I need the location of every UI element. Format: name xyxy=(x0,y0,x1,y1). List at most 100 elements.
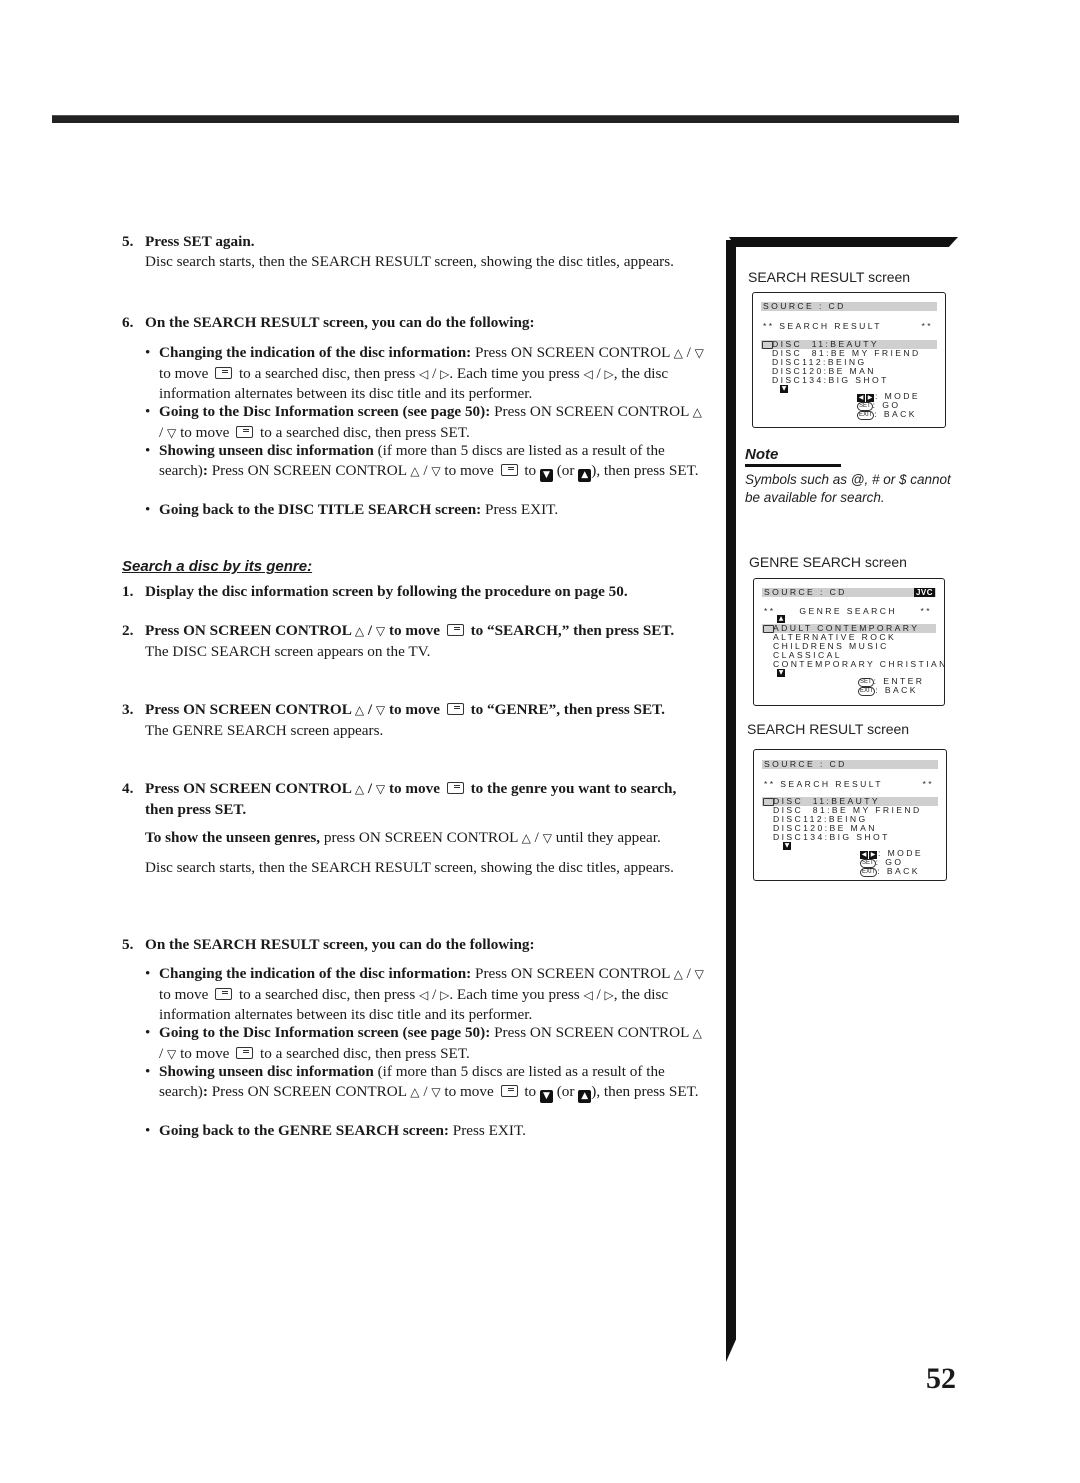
genre-step-1: 1. Display the disc information screen b… xyxy=(122,582,702,602)
legend-label: : BACK xyxy=(875,685,918,695)
bullet-text: (or xyxy=(552,1082,575,1100)
bullet-text: Press EXIT. xyxy=(481,501,559,518)
bullet-text: to a searched disc, then press xyxy=(235,985,416,1003)
bullet-heading: Going back to the GENRE SEARCH screen: xyxy=(159,1122,449,1139)
screen-title: ** SEARCH RESULT xyxy=(764,779,883,789)
unseen-genres-text: To show the unseen genres, press ON SCRE… xyxy=(145,829,661,847)
exit-key-icon: EXIT xyxy=(860,868,878,877)
jvc-logo: JVC xyxy=(913,588,935,597)
bullet-text: : xyxy=(202,461,212,479)
down-triangle-icon: ▽ xyxy=(431,1084,441,1099)
pointer-hand-icon xyxy=(215,366,233,379)
down-triangle-icon: ▽ xyxy=(167,425,177,440)
up-triangle-icon: △ xyxy=(673,967,683,981)
bullet-text: Press ON SCREEN CONTROL xyxy=(471,344,670,361)
scroll-down-arrow-icon: ▼ xyxy=(777,669,785,677)
left-triangle-icon: ◁ xyxy=(419,987,429,1002)
pointer-hand-icon xyxy=(236,1046,254,1059)
bullet-heading: Going back to the DISC TITLE SEARCH scre… xyxy=(159,501,482,518)
screen-title-stars: ** xyxy=(920,606,932,616)
step-number: 5. xyxy=(122,233,134,250)
screen-header: ** SEARCH RESULT ** xyxy=(763,322,937,331)
step-title-text: Press ON SCREEN CONTROL xyxy=(145,780,352,797)
step-6-search-result: 6. On the SEARCH RESULT screen, you can … xyxy=(122,313,702,333)
bullet-disc-information: • Going to the Disc Information screen (… xyxy=(145,403,702,441)
genre-bullet-changing-indication: • Changing the indication of the disc in… xyxy=(145,965,704,1024)
bullet-dot: • xyxy=(145,1063,151,1080)
step-title-text: to “GENRE”, then press SET. xyxy=(466,701,665,718)
genre-bullet-unseen-disc-info: • Showing unseen disc information (if mo… xyxy=(145,1063,699,1103)
up-triangle-icon: △ xyxy=(692,405,702,419)
bullet-text: Press ON SCREEN CONTROL xyxy=(211,461,407,479)
bullet-text: to move xyxy=(176,1044,230,1062)
scroll-down-arrow-icon: ▼ xyxy=(780,385,788,393)
bullet-dot: • xyxy=(145,1122,151,1139)
bullet-text: . Each time you press xyxy=(449,364,580,382)
step-title: On the SEARCH RESULT screen, you can do … xyxy=(145,314,535,331)
bullet-changing-indication: • Changing the indication of the disc in… xyxy=(145,344,704,403)
down-arrow-box-icon: ▼ xyxy=(539,1089,553,1103)
exit-key-icon: EXIT xyxy=(857,411,875,420)
step-title: Press ON SCREEN CONTROL △ / ▽ to move to… xyxy=(145,780,677,818)
genre-step-3: 3. Press ON SCREEN CONTROL △ / ▽ to move… xyxy=(122,700,702,740)
bullet-dot: • xyxy=(145,442,151,459)
step-title: Press ON SCREEN CONTROL △ / ▽ to move to… xyxy=(145,622,675,639)
legend-label: : BACK xyxy=(877,866,920,876)
genre-bullet-back-genre-search: • Going back to the GENRE SEARCH screen:… xyxy=(145,1121,705,1141)
down-triangle-icon: ▽ xyxy=(694,346,704,360)
legend-back: EXIT: BACK xyxy=(858,686,918,696)
step-text: The DISC SEARCH screen appears on the TV… xyxy=(145,642,431,660)
bullet-text: to move xyxy=(159,985,209,1003)
bullet-text: to move xyxy=(176,423,230,441)
header-rule xyxy=(52,115,959,123)
screen-header: ** GENRE SEARCH ** xyxy=(764,607,936,616)
legend-label: : BACK xyxy=(874,409,917,419)
bullet-dot: • xyxy=(145,344,151,361)
up-triangle-icon: △ xyxy=(410,1084,420,1099)
up-triangle-icon: △ xyxy=(410,463,420,478)
up-arrow-box-icon: ▲ xyxy=(578,1089,592,1103)
down-triangle-icon: ▽ xyxy=(542,831,552,846)
step-number: 4. xyxy=(122,780,134,797)
step-title: Press SET again. xyxy=(145,233,255,250)
down-triangle-icon: ▽ xyxy=(431,463,441,478)
screen-title-stars: ** xyxy=(922,779,934,789)
down-arrow-box-icon: ▼ xyxy=(539,468,553,482)
bullet-text: to xyxy=(520,1082,537,1100)
up-triangle-icon: △ xyxy=(692,1026,702,1040)
step-text: The GENRE SEARCH screen appears. xyxy=(145,721,384,739)
scroll-down-arrow-icon: ▼ xyxy=(783,842,791,850)
down-triangle-icon: ▽ xyxy=(375,703,386,717)
page-number: 52 xyxy=(926,1362,956,1395)
bullet-text: ), then press SET. xyxy=(591,461,699,479)
result-row: DISC134:BIG SHOT xyxy=(772,375,889,385)
right-triangle-icon: ▷ xyxy=(440,366,450,381)
bullet-heading: Showing unseen disc information xyxy=(159,442,374,459)
bullet-back-disc-title-search: • Going back to the DISC TITLE SEARCH sc… xyxy=(145,500,705,520)
pointer-hand-icon xyxy=(446,782,464,794)
step-title-text: to move xyxy=(385,622,440,639)
left-triangle-icon: ◁ xyxy=(583,987,593,1002)
up-triangle-icon: △ xyxy=(354,782,365,796)
sidebar-frame-left xyxy=(726,240,736,1362)
bullet-heading: Going to the Disc Information screen (se… xyxy=(159,403,491,420)
source-bar: SOURCE : CD xyxy=(761,302,937,311)
caption-search-result-2: SEARCH RESULT screen xyxy=(747,721,910,737)
section-title-genre: Search a disc by its genre: xyxy=(122,558,313,575)
step-text: until they appear. xyxy=(551,829,661,847)
step-title: On the SEARCH RESULT screen, you can do … xyxy=(145,936,535,953)
source-bar: SOURCE : CD JVC xyxy=(762,588,936,597)
step-title: Press ON SCREEN CONTROL △ / ▽ to move to… xyxy=(145,701,665,718)
step-title-text: to move xyxy=(385,780,440,797)
right-triangle-icon: ▷ xyxy=(604,366,614,381)
step-text: Disc search starts, then the SEARCH RESU… xyxy=(145,252,674,270)
bullet-text: to a searched disc, then press SET. xyxy=(256,1044,470,1062)
down-triangle-icon: ▽ xyxy=(375,624,386,638)
pointer-hand-icon xyxy=(446,703,464,715)
caption-genre-search: GENRE SEARCH screen xyxy=(749,554,907,570)
bullet-dot: • xyxy=(145,965,151,982)
genre-step-2: 2. Press ON SCREEN CONTROL △ / ▽ to move… xyxy=(122,621,702,661)
bullet-heading: Changing the indication of the disc info… xyxy=(159,965,472,982)
bullet-unseen-disc-info: • Showing unseen disc information (if mo… xyxy=(145,442,699,482)
bullet-text: to a searched disc, then press SET. xyxy=(256,423,470,441)
